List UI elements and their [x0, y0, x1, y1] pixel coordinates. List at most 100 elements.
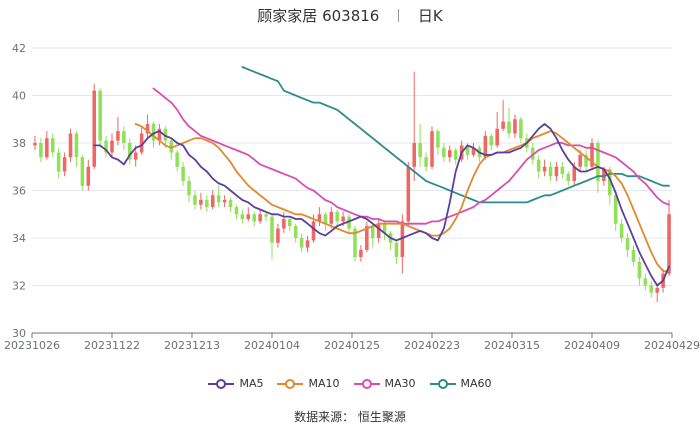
candle-body: [566, 173, 571, 181]
candle-body: [406, 166, 411, 222]
legend-label-ma5: MA5: [239, 377, 264, 390]
legend-item-ma60[interactable]: MA60: [429, 377, 492, 390]
candle-body: [116, 131, 120, 141]
candle-body: [507, 121, 511, 134]
candle-body: [548, 166, 553, 177]
x-tick-label: 20240125: [324, 339, 380, 352]
candle-body: [489, 135, 494, 146]
candle-body: [436, 131, 440, 148]
candle-body: [430, 131, 434, 167]
candle-body: [619, 223, 624, 238]
candle-body: [282, 219, 286, 229]
candle-body: [667, 214, 671, 274]
candle-body: [80, 157, 85, 186]
candle-body: [62, 157, 67, 172]
x-tick-label: 20231122: [84, 339, 140, 352]
candle-body: [133, 152, 138, 160]
candle-body: [50, 138, 55, 153]
x-tick-label: 20240104: [244, 339, 300, 352]
candle-body: [329, 211, 334, 224]
candle-body: [299, 238, 304, 248]
data-source: 数据来源： 恒生聚源: [294, 410, 406, 424]
candle-body: [68, 133, 73, 158]
candle-body: [246, 214, 251, 219]
candle-body: [376, 223, 381, 238]
legend-item-ma30[interactable]: MA30: [353, 377, 416, 390]
x-tick-label: 20231026: [4, 339, 60, 352]
candle-body: [181, 166, 185, 181]
y-tick-label: 34: [12, 232, 26, 245]
candle-body: [175, 152, 179, 167]
candle-body: [122, 131, 126, 143]
candle-body: [542, 166, 547, 172]
legend-marker-ma60: [429, 378, 456, 389]
candle-body: [92, 90, 96, 167]
candle-body: [448, 150, 452, 158]
candle-body: [205, 200, 209, 208]
candle-body: [270, 216, 274, 243]
legend-label-ma30: MA30: [384, 377, 416, 390]
candle-body: [234, 207, 239, 215]
legend-item-ma5[interactable]: MA5: [208, 377, 263, 390]
legend-label-ma60: MA60: [460, 377, 492, 390]
candle-body: [293, 226, 298, 238]
candle-body: [311, 221, 316, 241]
x-tick-label: 20231213: [164, 339, 220, 352]
candle-body: [252, 214, 256, 222]
legend-label-ma10: MA10: [308, 377, 340, 390]
x-tick-label: 20240223: [404, 339, 460, 352]
candle-body: [98, 90, 102, 141]
y-tick-label: 38: [12, 137, 26, 150]
candle-body: [258, 214, 262, 222]
candle-body: [56, 152, 61, 172]
legend-marker-ma10: [277, 378, 304, 389]
ma5-line: [93, 123, 670, 287]
legend-marker-ma30: [353, 378, 380, 389]
y-tick-label: 32: [12, 280, 26, 293]
candle-body: [187, 181, 191, 196]
candle-body: [240, 214, 245, 219]
candle-body: [228, 200, 233, 208]
candle-body: [637, 261, 642, 279]
candle-body: [39, 143, 43, 158]
ma60-line: [241, 66, 670, 204]
candle-body: [199, 200, 203, 205]
y-tick-label: 36: [12, 185, 26, 198]
candle-body: [394, 242, 399, 257]
candle-body: [222, 200, 227, 203]
candle-body: [412, 143, 416, 167]
candle-body: [442, 147, 446, 158]
candle-body: [613, 195, 618, 224]
candle-body: [86, 166, 91, 186]
candle-body: [45, 138, 49, 158]
candle-body: [264, 214, 268, 217]
candle-body: [643, 278, 648, 286]
candle-body: [341, 216, 345, 222]
candle-body: [424, 157, 428, 167]
candle-body: [631, 249, 636, 262]
candle-body: [33, 143, 37, 146]
kline-chart: 3032343638404220231026 20231122 20231213 20…: [4, 42, 700, 352]
candle-body: [536, 159, 541, 172]
y-tick-label: 40: [12, 90, 26, 103]
candle-body: [74, 133, 79, 158]
legend-item-ma10[interactable]: MA10: [277, 377, 340, 390]
candle-body: [578, 154, 582, 167]
candle-body: [335, 211, 339, 222]
candle-body: [495, 128, 499, 146]
legend-marker-ma5: [208, 378, 235, 389]
legend: MA5 MA10 MA30 MA60: [0, 377, 700, 390]
candle-body: [625, 238, 630, 250]
candle-body: [276, 228, 280, 243]
candle-body: [554, 166, 559, 177]
x-tick-label: 20240429: [644, 339, 700, 352]
candle-body: [370, 226, 375, 238]
candle-body: [501, 121, 505, 129]
y-tick-label: 42: [12, 42, 26, 55]
candle-body: [288, 219, 292, 227]
candle-body: [453, 150, 458, 160]
candle-body: [210, 195, 215, 208]
candle-body: [649, 285, 654, 293]
candle-body: [513, 119, 517, 134]
candle-body: [359, 249, 363, 257]
